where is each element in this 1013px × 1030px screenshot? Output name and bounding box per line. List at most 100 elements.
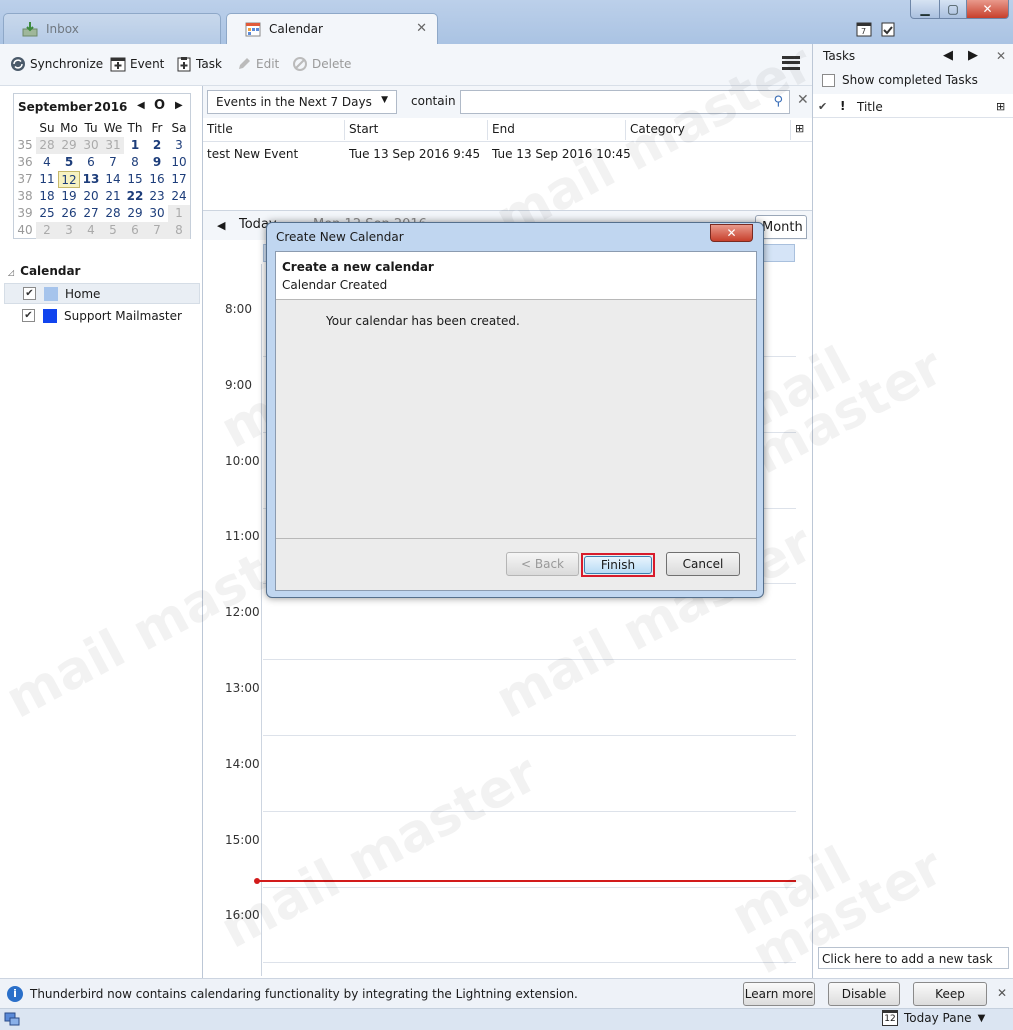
tab-calendar[interactable]: Calendar ✕: [226, 13, 438, 44]
minical-day[interactable]: 2: [146, 137, 168, 154]
minical-day[interactable]: 8: [124, 154, 146, 171]
minical-day[interactable]: 4: [80, 222, 102, 239]
minical-day[interactable]: 6: [124, 222, 146, 239]
minical-day[interactable]: 11: [36, 171, 58, 188]
minical-day[interactable]: 30: [80, 137, 102, 154]
tasks-next-icon[interactable]: ▶: [968, 48, 978, 63]
tab-close-icon[interactable]: ✕: [416, 21, 427, 36]
table-row[interactable]: test New Event Tue 13 Sep 2016 9:45 Tue …: [203, 144, 812, 166]
column-title[interactable]: Title: [203, 120, 345, 140]
edit-button[interactable]: Edit: [236, 56, 279, 72]
minical-year[interactable]: 2016: [94, 100, 127, 114]
calendar-item-home[interactable]: ✔ Home: [4, 283, 200, 304]
minical-day[interactable]: 28: [102, 205, 124, 222]
learn-more-button[interactable]: Learn more: [743, 982, 815, 1006]
minical-day[interactable]: 16: [146, 171, 168, 188]
close-today-pane-icon[interactable]: ✕: [996, 49, 1006, 63]
task-title-column[interactable]: Title: [857, 100, 883, 114]
calendar-home-checkbox[interactable]: ✔: [23, 287, 36, 300]
minical-day[interactable]: 18: [36, 188, 58, 205]
task-column-picker-icon[interactable]: ⊞: [996, 100, 1005, 113]
calendar-support-checkbox[interactable]: ✔: [22, 309, 35, 322]
minical-day[interactable]: 22: [124, 188, 146, 205]
minical-day[interactable]: 25: [36, 205, 58, 222]
minical-day[interactable]: 21: [102, 188, 124, 205]
tasks-prev-icon[interactable]: ◀: [943, 48, 953, 63]
minical-day[interactable]: 1: [124, 137, 146, 154]
dialog-close-button[interactable]: ✕: [710, 224, 753, 242]
keep-button[interactable]: Keep: [913, 982, 987, 1006]
minical-day[interactable]: 1: [168, 205, 190, 222]
minical-day[interactable]: 28: [36, 137, 58, 154]
close-window-button[interactable]: ✕: [966, 0, 1009, 19]
minical-day[interactable]: 23: [146, 188, 168, 205]
minical-day[interactable]: 30: [146, 205, 168, 222]
today-pane-toggle[interactable]: 12 Today Pane ▼: [882, 1010, 985, 1026]
minical-day[interactable]: 7: [146, 222, 168, 239]
minical-day[interactable]: 24: [168, 188, 190, 205]
title-bar: Inbox Calendar ✕ 7 ▁ ▢ ✕: [0, 0, 1013, 44]
minical-day[interactable]: 9: [146, 154, 168, 171]
calendar-view-icon[interactable]: 7: [856, 21, 872, 37]
column-start[interactable]: Start: [345, 120, 488, 140]
minical-day[interactable]: 3: [58, 222, 80, 239]
clear-filter-icon[interactable]: ✕: [797, 92, 809, 108]
offline-status-icon[interactable]: [4, 1011, 20, 1027]
finish-button[interactable]: Finish: [584, 556, 652, 574]
minical-day[interactable]: 29: [58, 137, 80, 154]
delete-button[interactable]: Delete: [292, 56, 351, 72]
weekday-header: Fr: [151, 121, 163, 135]
prev-month-icon[interactable]: ◀: [137, 100, 145, 111]
minical-day[interactable]: 15: [124, 171, 146, 188]
column-end[interactable]: End: [488, 120, 626, 140]
disable-button[interactable]: Disable: [828, 982, 900, 1006]
minical-day[interactable]: 26: [58, 205, 80, 222]
new-task-input[interactable]: Click here to add a new task: [818, 947, 1009, 969]
minical-day[interactable]: 8: [168, 222, 190, 239]
minical-day[interactable]: 17: [168, 171, 190, 188]
minical-day[interactable]: 5: [102, 222, 124, 239]
minical-day[interactable]: 2: [36, 222, 58, 239]
event-filter-select[interactable]: Events in the Next 7 Days ▼: [207, 90, 397, 114]
minical-day[interactable]: 29: [124, 205, 146, 222]
task-view-icon[interactable]: [880, 21, 896, 37]
minical-day[interactable]: 6: [80, 154, 102, 171]
new-task-button[interactable]: Task: [176, 56, 222, 72]
back-button[interactable]: < Back: [506, 552, 579, 576]
minical-day[interactable]: 31: [102, 137, 124, 154]
priority-column-icon[interactable]: !: [840, 99, 845, 113]
prev-day-icon[interactable]: ◀: [217, 219, 225, 232]
minical-day[interactable]: 10: [168, 154, 190, 171]
minical-day[interactable]: 14: [102, 171, 124, 188]
time-label: 10:00: [225, 453, 260, 468]
minical-day[interactable]: 27: [80, 205, 102, 222]
show-completed-checkbox[interactable]: [822, 74, 835, 87]
minical-day[interactable]: 5: [58, 154, 80, 171]
minical-month[interactable]: September: [18, 100, 92, 114]
minimize-button[interactable]: ▁: [910, 0, 940, 19]
next-month-icon[interactable]: ▶: [175, 100, 183, 111]
maximize-button[interactable]: ▢: [939, 0, 967, 19]
minical-day[interactable]: 20: [80, 188, 102, 205]
minical-day[interactable]: 19: [58, 188, 80, 205]
completed-column-icon[interactable]: ✔: [818, 100, 827, 113]
new-event-button[interactable]: Event: [110, 56, 164, 72]
minical-day[interactable]: 4: [36, 154, 58, 171]
calendar-item-support[interactable]: ✔ Support Mailmaster: [4, 305, 200, 326]
dismiss-notification-icon[interactable]: ✕: [997, 986, 1007, 1000]
column-category[interactable]: Category: [626, 120, 791, 140]
event-search-input[interactable]: ⚲: [460, 90, 790, 114]
tab-inbox[interactable]: Inbox: [3, 13, 221, 44]
synchronize-button[interactable]: Synchronize: [10, 56, 103, 72]
cancel-button[interactable]: Cancel: [666, 552, 740, 576]
collapse-icon[interactable]: ◿: [8, 268, 14, 277]
minical-day[interactable]: 13: [80, 171, 102, 188]
minical-day[interactable]: 12: [58, 171, 80, 188]
time-label: 13:00: [225, 681, 260, 695]
minical-day[interactable]: 7: [102, 154, 124, 171]
hamburger-menu-icon[interactable]: [782, 56, 800, 70]
task-list-header: ✔ ! Title ⊞: [813, 96, 1013, 118]
column-picker-icon[interactable]: ⊞: [795, 122, 804, 135]
minical-day[interactable]: 3: [168, 137, 190, 154]
go-today-icon[interactable]: O: [154, 98, 165, 113]
